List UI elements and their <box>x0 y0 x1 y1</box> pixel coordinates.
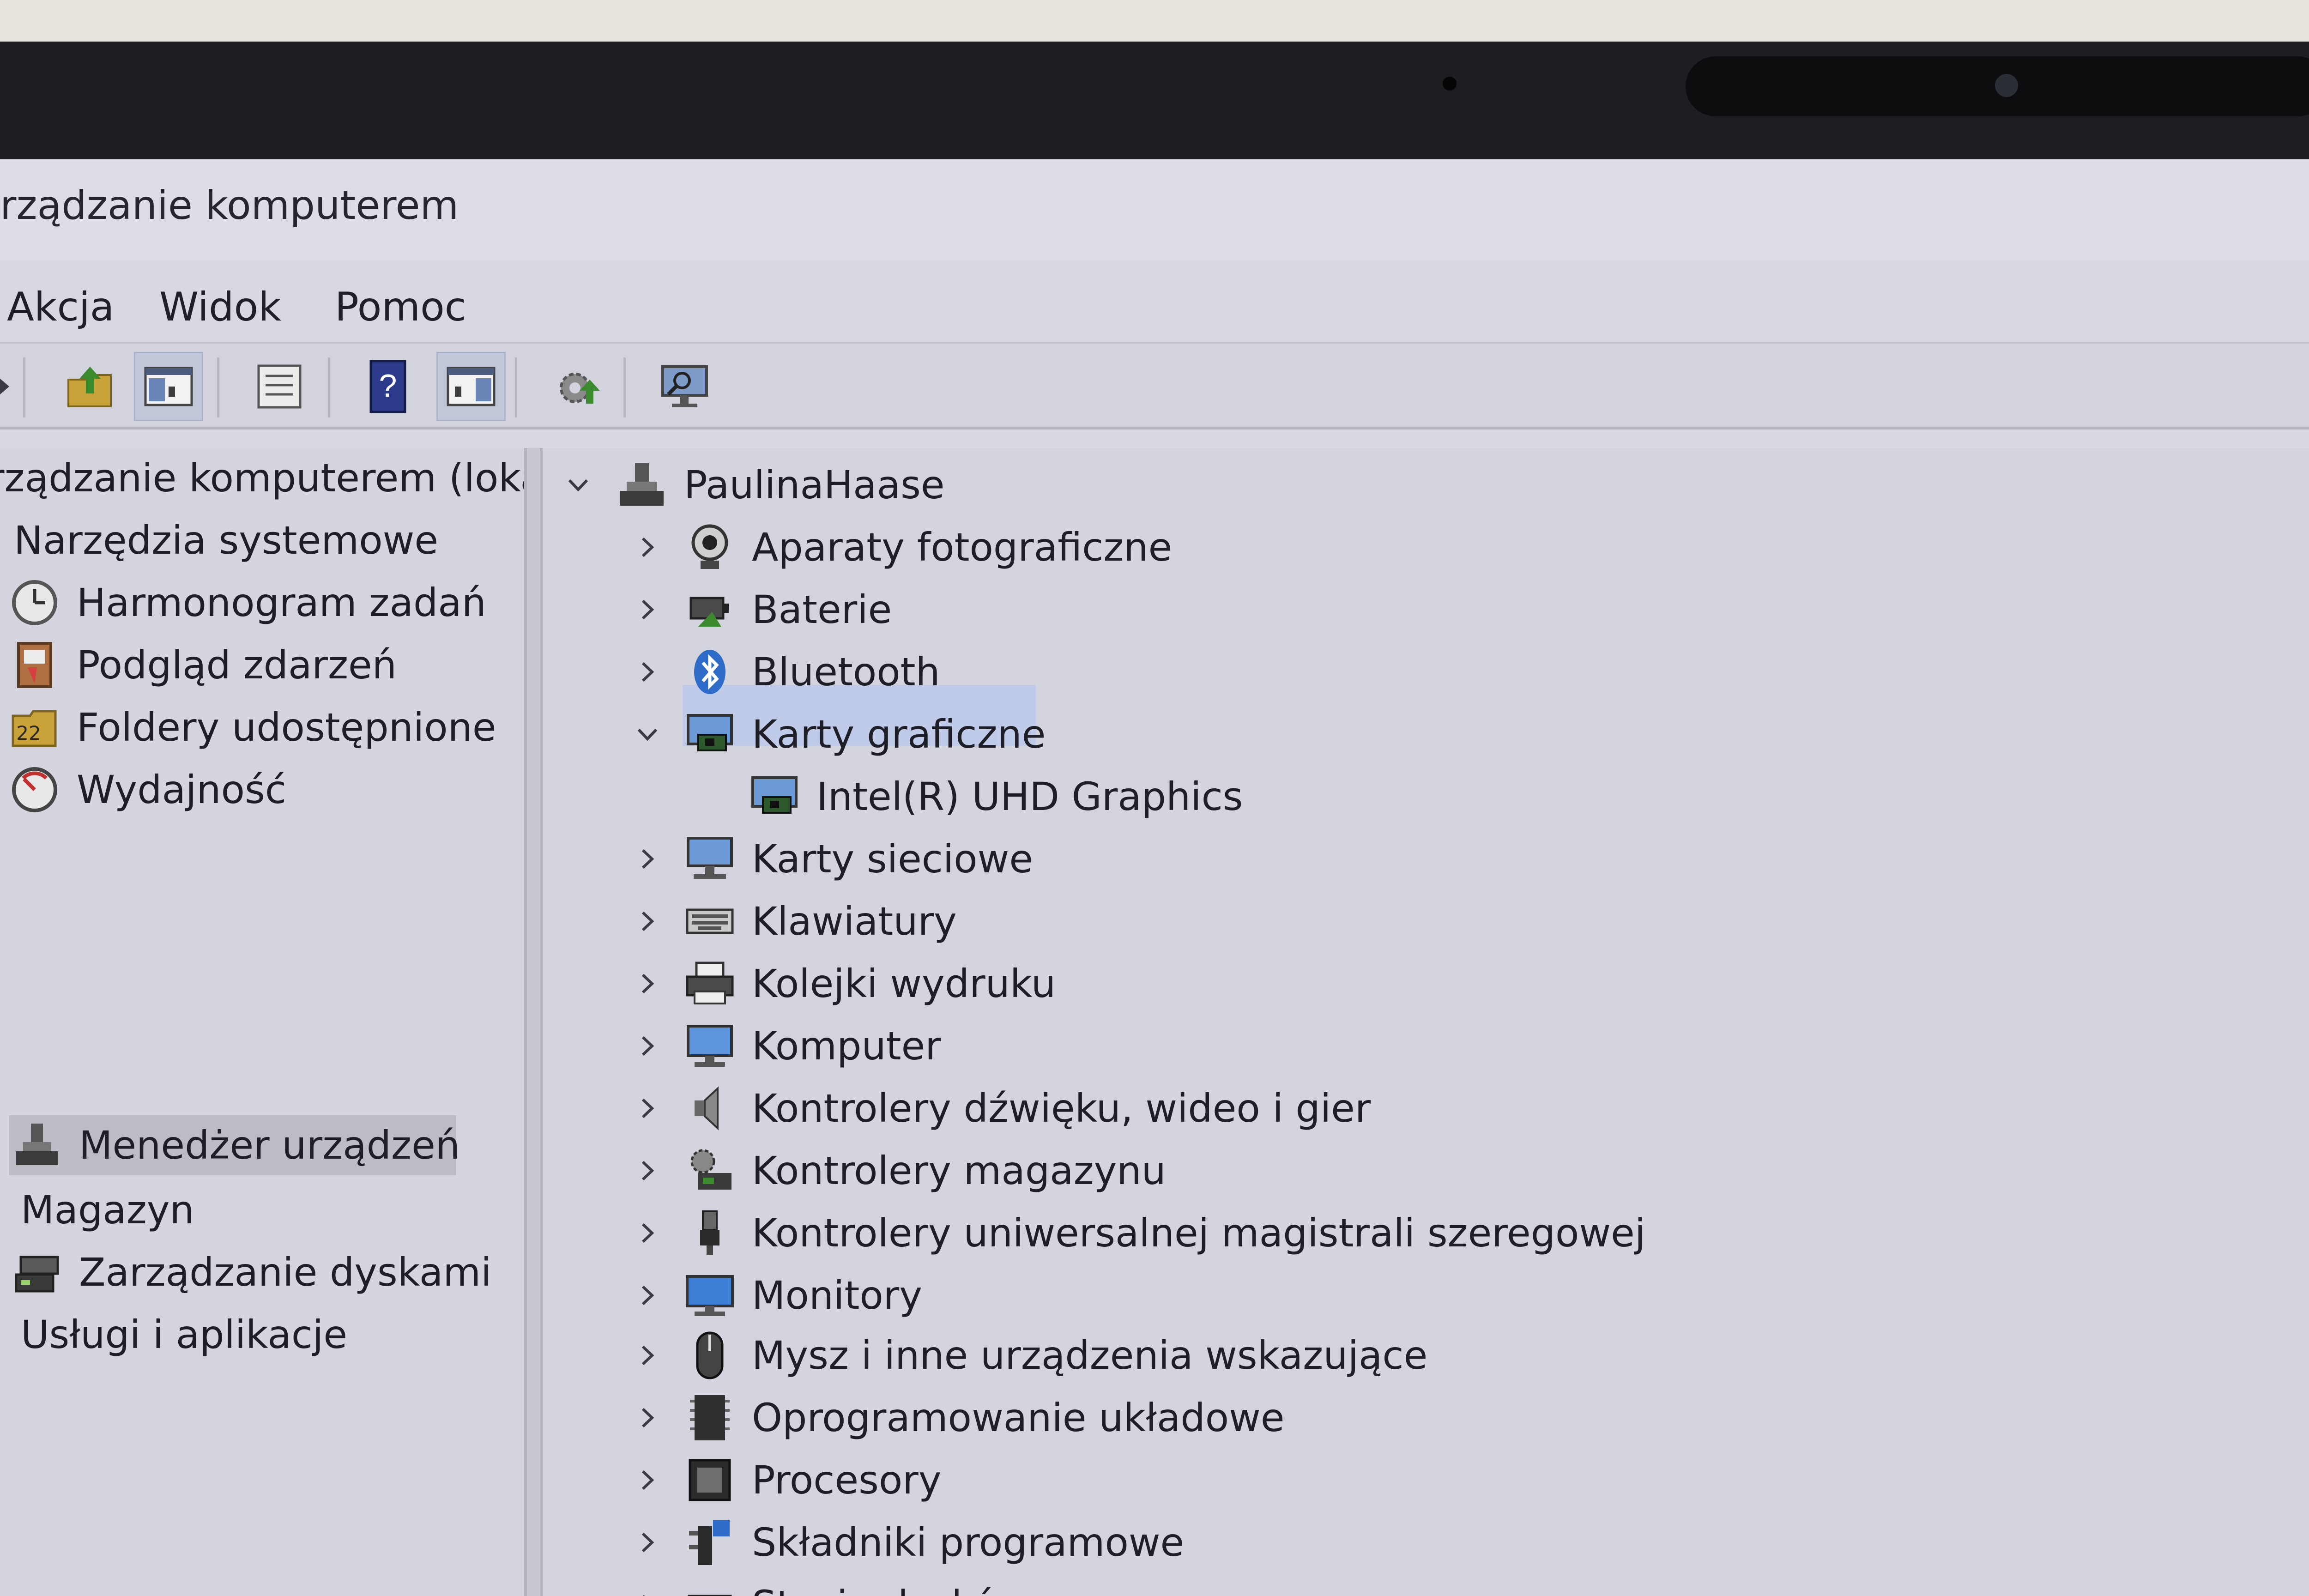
device-category-6[interactable]: Klawiatury <box>684 891 957 951</box>
device-category-label: Klawiatury <box>752 899 957 944</box>
mouse-icon <box>684 1330 735 1381</box>
disk-drive-icon <box>684 1579 735 1596</box>
device-category-label: Kontrolery dźwięku, wideo i gier <box>752 1086 1371 1131</box>
device-category-5[interactable]: Karty sieciowe <box>684 829 1033 889</box>
device-category-14[interactable]: Oprogramowanie układowe <box>684 1388 1285 1448</box>
screen: rządzanie komputerem Akcja Widok Pomoc ?… <box>0 159 2309 1596</box>
device-category-label: Karty sieciowe <box>752 836 1034 882</box>
network-adapter-icon <box>684 834 735 884</box>
device-category-label: Stacje dysków <box>752 1582 1028 1596</box>
device-category-label: Monitory <box>752 1273 923 1318</box>
webcam-icon <box>1995 74 2018 97</box>
firmware-icon <box>684 1392 735 1443</box>
device-category-10[interactable]: Kontrolery magazynu <box>684 1141 1166 1201</box>
storage-controller-icon <box>684 1145 735 1196</box>
processor-icon <box>684 1455 735 1505</box>
device-category-label: Komputer <box>752 1023 941 1069</box>
computer-icon <box>684 1021 735 1071</box>
speaker-icon <box>684 1083 735 1134</box>
device-category-label: Kontrolery magazynu <box>752 1148 1166 1193</box>
device-category-15[interactable]: Procesory <box>684 1450 942 1510</box>
device-category-label: Aparaty fotograficzne <box>752 525 1173 570</box>
printer-icon <box>684 958 735 1009</box>
device-category-4[interactable]: Karty graficzne <box>684 704 1046 764</box>
device-tree-root[interactable]: PaulinaHaase <box>617 455 945 515</box>
background-wall <box>0 0 2309 42</box>
chevron-right-icon[interactable] <box>634 829 661 889</box>
chevron-right-icon[interactable] <box>634 1325 661 1385</box>
device-category-16[interactable]: Składniki programowe <box>684 1512 1184 1572</box>
device-tree-root-label: PaulinaHaase <box>684 462 945 508</box>
device-category-label: Składniki programowe <box>752 1520 1185 1565</box>
battery-icon <box>684 584 735 635</box>
device-category-label: Kolejki wydruku <box>752 961 1056 1006</box>
device-category-7[interactable]: Kolejki wydruku <box>684 954 1056 1014</box>
device-tree: PaulinaHaase Aparaty fotograficzne Baterie… <box>0 159 2309 1596</box>
chevron-right-icon[interactable] <box>634 1016 661 1076</box>
device-category-12[interactable]: Monitory <box>684 1265 922 1325</box>
chevron-right-icon[interactable] <box>634 642 661 702</box>
device-category-8[interactable]: Komputer <box>684 1016 941 1076</box>
chevron-right-icon[interactable] <box>634 1450 661 1510</box>
software-component-icon <box>684 1517 735 1568</box>
chevron-down-icon[interactable] <box>634 704 661 764</box>
display-adapter-icon <box>684 709 735 760</box>
camera-icon <box>684 522 735 573</box>
computer-root-icon <box>617 459 667 510</box>
device-category-1[interactable]: Aparaty fotograficzne <box>684 517 1172 577</box>
chevron-right-icon[interactable] <box>634 580 661 640</box>
device-category-label: Mysz i inne urządzenia wskazujące <box>752 1333 1428 1378</box>
chevron-right-icon[interactable] <box>634 517 661 577</box>
chevron-right-icon[interactable] <box>634 954 661 1014</box>
monitor-icon <box>684 1270 735 1321</box>
chevron-right-icon[interactable] <box>634 1388 661 1448</box>
chevron-right-icon[interactable] <box>634 1141 661 1201</box>
chevron-down-icon[interactable] <box>564 455 592 515</box>
device-category-label: Baterie <box>752 587 892 632</box>
device-category-17[interactable]: Stacje dysków <box>684 1575 1028 1596</box>
chevron-right-icon[interactable] <box>634 1575 661 1596</box>
device-category-label: Procesory <box>752 1457 942 1503</box>
device-category-13[interactable]: Mysz i inne urządzenia wskazujące <box>684 1325 1427 1385</box>
chevron-right-icon[interactable] <box>634 891 661 951</box>
device-intel-uhd-graphics[interactable]: Intel(R) UHD Graphics <box>749 767 1243 827</box>
device-category-label: Oprogramowanie układowe <box>752 1395 1285 1440</box>
device-category-3[interactable]: Bluetooth <box>684 642 940 702</box>
keyboard-icon <box>684 896 735 947</box>
chevron-right-icon[interactable] <box>634 1078 661 1138</box>
chevron-right-icon[interactable] <box>634 1512 661 1572</box>
device-category-label: Bluetooth <box>752 649 940 695</box>
usb-icon <box>684 1208 735 1258</box>
display-adapter-icon <box>749 771 800 822</box>
device-category-11[interactable]: Kontrolery uniwersalnej magistrali szere… <box>684 1203 1645 1263</box>
device-category-2[interactable]: Baterie <box>684 580 892 640</box>
device-category-label: Kontrolery uniwersalnej magistrali szere… <box>752 1210 1646 1256</box>
camera-sensor-icon <box>1443 77 1457 91</box>
device-category-label: Karty graficzne <box>752 712 1046 757</box>
chevron-right-icon[interactable] <box>634 1265 661 1325</box>
device-category-9[interactable]: Kontrolery dźwięku, wideo i gier <box>684 1078 1371 1138</box>
chevron-right-icon[interactable] <box>634 1203 661 1263</box>
device-label: Intel(R) UHD Graphics <box>816 774 1243 819</box>
bluetooth-icon <box>684 647 735 697</box>
